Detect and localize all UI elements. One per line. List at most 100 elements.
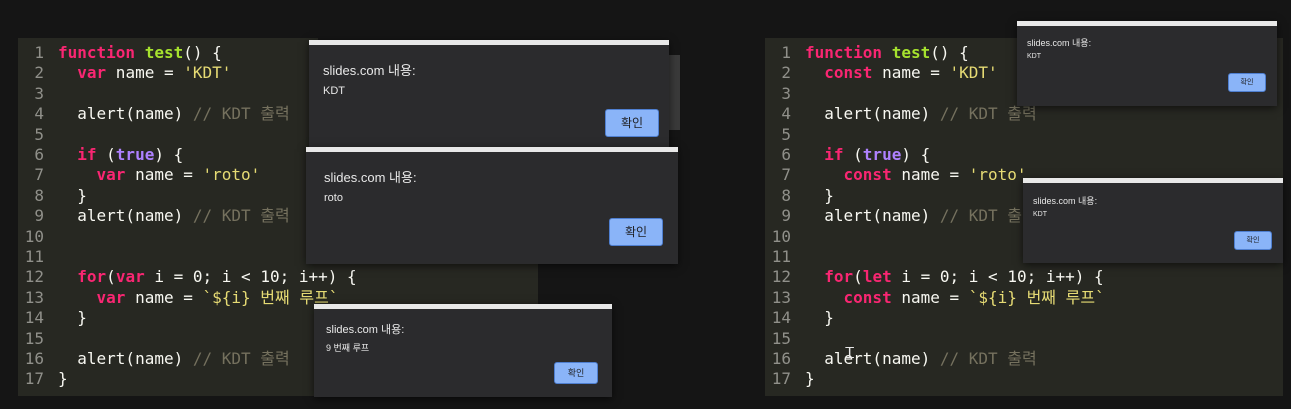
code-line: 15	[765, 329, 805, 349]
line-number: 7	[781, 165, 791, 185]
code-token: alert(name)	[805, 104, 940, 124]
line-number: 16	[24, 349, 44, 368]
code-line: 2 const name = 'KDT'	[765, 63, 998, 83]
code-token: name =	[891, 287, 969, 307]
code-token: name =	[125, 165, 203, 185]
code-line: 2 var name = 'KDT'	[18, 63, 231, 83]
line-number: 12	[771, 267, 791, 287]
dialog-title: slides.com 내용:	[324, 170, 417, 185]
code-line: 10	[18, 227, 58, 247]
code-line: 5	[765, 125, 805, 145]
code-token: true	[115, 145, 155, 164]
code-token: () {	[930, 43, 969, 62]
code-line: 7 const name = 'roto'	[765, 165, 1027, 185]
dialog-title: slides.com 내용:	[323, 63, 416, 78]
line-number: 13	[24, 287, 44, 307]
line-number: 11	[771, 247, 791, 266]
code-token: const	[843, 287, 892, 307]
line-number: 14	[24, 308, 44, 328]
code-token: const	[824, 63, 873, 83]
code-token: for	[824, 267, 854, 287]
code-token: ) {	[154, 145, 184, 164]
code-token: (	[853, 267, 863, 287]
code-token: 'roto'	[968, 165, 1027, 185]
code-token: (	[96, 145, 116, 164]
code-token: const	[843, 165, 892, 185]
code-line: 14 }	[765, 308, 834, 328]
line-number: 8	[781, 185, 791, 205]
code-token: name =	[891, 165, 969, 185]
code-line: 6 if (true) {	[18, 145, 183, 165]
code-line: 1 function test() {	[18, 43, 221, 63]
code-line: 4 alert(name) // KDT 출력	[765, 104, 1037, 124]
code-line: 3	[18, 84, 58, 104]
line-number: 5	[781, 124, 791, 144]
code-token: alert(name)	[58, 206, 193, 226]
code-token: true	[862, 145, 902, 164]
ok-button[interactable]: 확인	[554, 362, 598, 384]
line-number: 2	[34, 63, 44, 83]
dialog-message: roto	[324, 192, 343, 204]
line-number: 7	[34, 165, 44, 185]
code-line: 17}	[765, 369, 815, 389]
code-token: function	[805, 43, 883, 62]
code-token: let	[862, 267, 892, 287]
line-number: 11	[24, 247, 44, 266]
line-number: 10	[771, 226, 791, 246]
code-token: }	[805, 308, 834, 328]
ok-button[interactable]: 확인	[1228, 73, 1266, 92]
line-number: 14	[771, 308, 791, 328]
code-token: `${i} 번째 루프`	[968, 287, 1105, 307]
code-line: 16 alert(name) // KDT 출력	[18, 349, 290, 369]
code-token: }	[58, 185, 87, 205]
line-number: 6	[781, 145, 791, 164]
code-token: alert(name)	[58, 349, 193, 368]
ok-button[interactable]: 확인	[1234, 231, 1272, 250]
line-number: 3	[781, 83, 791, 103]
line-number: 13	[771, 287, 791, 307]
code-token: }	[805, 369, 815, 389]
code-token: test	[144, 43, 184, 62]
code-token: (	[106, 267, 116, 287]
ok-button[interactable]: 확인	[605, 109, 659, 137]
code-line: 9 alert(name) // KDT 출력	[765, 206, 1036, 226]
alert-dialog: slides.com 내용: KDT 확인	[1017, 21, 1277, 106]
code-token: }	[58, 308, 87, 328]
dialog-message: KDT	[1033, 211, 1047, 218]
dialog-title: slides.com 내용:	[1027, 38, 1092, 48]
code-token: // KDT 출력	[939, 349, 1037, 368]
line-number: 4	[34, 104, 44, 124]
code-token: // KDT 출력	[939, 104, 1037, 124]
code-token: // KDT 출력	[192, 104, 290, 124]
code-token: name =	[125, 287, 203, 307]
code-line: 17}	[18, 369, 68, 389]
code-line: 11	[765, 247, 805, 267]
dialog-title: slides.com 내용:	[326, 324, 405, 336]
line-number: 3	[34, 83, 44, 103]
code-token: // KDT 출력	[192, 206, 290, 226]
code-line: 13 const name = `${i} 번째 루프`	[765, 288, 1105, 308]
code-line: 13 var name = `${i} 번째 루프`	[18, 287, 339, 308]
alert-dialog: slides.com 내용: KDT 확인	[1023, 178, 1283, 263]
dialog-edge	[668, 55, 680, 130]
code-token: 'KDT'	[183, 63, 232, 83]
code-line: 5	[18, 125, 58, 145]
code-line: 1 function test() {	[765, 43, 969, 63]
line-number: 17	[24, 369, 44, 389]
code-token: var	[115, 267, 145, 287]
code-line: 8 }	[765, 186, 834, 206]
code-token: var	[77, 63, 107, 83]
code-token: var	[96, 165, 126, 185]
code-token: 'KDT'	[949, 63, 998, 83]
ok-button[interactable]: 확인	[609, 218, 663, 246]
dialog-message: KDT	[1027, 53, 1041, 60]
code-line: 7 var name = 'roto'	[18, 165, 260, 185]
